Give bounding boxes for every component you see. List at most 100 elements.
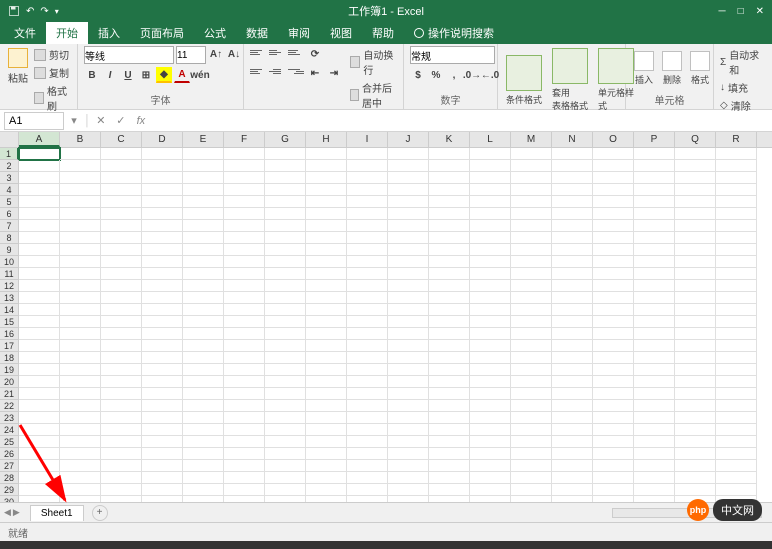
tab-页面布局[interactable]: 页面布局 (130, 22, 194, 44)
cell[interactable] (224, 436, 265, 448)
row-header[interactable]: 23 (0, 412, 19, 424)
cell[interactable] (265, 172, 306, 184)
row-header[interactable]: 20 (0, 376, 19, 388)
cell[interactable] (224, 148, 265, 160)
cell[interactable] (306, 460, 347, 472)
add-sheet-button[interactable]: + (92, 505, 108, 521)
cell[interactable] (634, 172, 675, 184)
cell[interactable] (593, 460, 634, 472)
cell[interactable] (552, 328, 593, 340)
cell[interactable] (716, 304, 757, 316)
cell[interactable] (470, 304, 511, 316)
cell[interactable] (511, 148, 552, 160)
cell[interactable] (183, 184, 224, 196)
cell[interactable] (265, 220, 306, 232)
cell[interactable] (19, 160, 60, 172)
cell[interactable] (593, 484, 634, 496)
cell[interactable] (470, 352, 511, 364)
cell[interactable] (60, 364, 101, 376)
cell[interactable] (60, 292, 101, 304)
cell[interactable] (552, 400, 593, 412)
cell[interactable] (429, 280, 470, 292)
cell[interactable] (388, 208, 429, 220)
cell[interactable] (347, 268, 388, 280)
column-header[interactable]: E (183, 132, 224, 147)
cell[interactable] (19, 472, 60, 484)
cell[interactable] (716, 364, 757, 376)
cell[interactable] (470, 472, 511, 484)
cell[interactable] (265, 196, 306, 208)
cell[interactable] (634, 292, 675, 304)
cell[interactable] (511, 460, 552, 472)
cell[interactable] (224, 412, 265, 424)
cell[interactable] (306, 172, 347, 184)
cell[interactable] (306, 364, 347, 376)
cell[interactable] (306, 412, 347, 424)
cell[interactable] (60, 316, 101, 328)
sheet-tab-sheet1[interactable]: Sheet1 (30, 505, 84, 521)
cell[interactable] (634, 424, 675, 436)
align-bottom-button[interactable] (288, 46, 304, 58)
cell[interactable] (552, 196, 593, 208)
cell[interactable] (429, 208, 470, 220)
cell[interactable] (429, 292, 470, 304)
cell[interactable] (183, 340, 224, 352)
comma-format-button[interactable]: , (446, 67, 462, 83)
cell[interactable] (675, 472, 716, 484)
row-header[interactable]: 26 (0, 448, 19, 460)
cell[interactable] (224, 220, 265, 232)
cell[interactable] (634, 208, 675, 220)
cell[interactable] (19, 232, 60, 244)
cell[interactable] (306, 148, 347, 160)
cell[interactable] (142, 160, 183, 172)
cell[interactable] (552, 184, 593, 196)
cell[interactable] (224, 268, 265, 280)
cell[interactable] (675, 256, 716, 268)
cell[interactable] (265, 244, 306, 256)
cell[interactable] (183, 328, 224, 340)
cell[interactable] (224, 196, 265, 208)
cell[interactable] (19, 400, 60, 412)
cell[interactable] (183, 436, 224, 448)
cell[interactable] (470, 244, 511, 256)
cell[interactable] (347, 352, 388, 364)
column-header[interactable]: C (101, 132, 142, 147)
cell[interactable] (224, 256, 265, 268)
cell[interactable] (265, 376, 306, 388)
cell[interactable] (675, 268, 716, 280)
delete-cells-button[interactable]: 删除 (660, 49, 684, 88)
cell[interactable] (306, 376, 347, 388)
cell[interactable] (265, 340, 306, 352)
cell[interactable] (470, 232, 511, 244)
row-header[interactable]: 12 (0, 280, 19, 292)
cell[interactable] (265, 400, 306, 412)
cell[interactable] (593, 448, 634, 460)
cell[interactable] (552, 412, 593, 424)
cell[interactable] (224, 484, 265, 496)
cell[interactable] (101, 232, 142, 244)
cell[interactable] (552, 208, 593, 220)
cell[interactable] (552, 388, 593, 400)
align-left-button[interactable] (250, 65, 266, 77)
cell[interactable] (306, 244, 347, 256)
tab-数据[interactable]: 数据 (236, 22, 278, 44)
row-header[interactable]: 19 (0, 364, 19, 376)
cell[interactable] (470, 148, 511, 160)
cell[interactable] (388, 352, 429, 364)
cell[interactable] (716, 220, 757, 232)
row-header[interactable]: 28 (0, 472, 19, 484)
cell[interactable] (101, 400, 142, 412)
cell[interactable] (306, 328, 347, 340)
cell[interactable] (142, 448, 183, 460)
cell[interactable] (429, 172, 470, 184)
cell[interactable] (429, 484, 470, 496)
cell[interactable] (265, 436, 306, 448)
cell[interactable] (634, 244, 675, 256)
cell[interactable] (101, 280, 142, 292)
cell[interactable] (552, 436, 593, 448)
cell[interactable] (634, 460, 675, 472)
cell[interactable] (142, 388, 183, 400)
cell[interactable] (306, 388, 347, 400)
cell[interactable] (101, 460, 142, 472)
cell[interactable] (593, 292, 634, 304)
